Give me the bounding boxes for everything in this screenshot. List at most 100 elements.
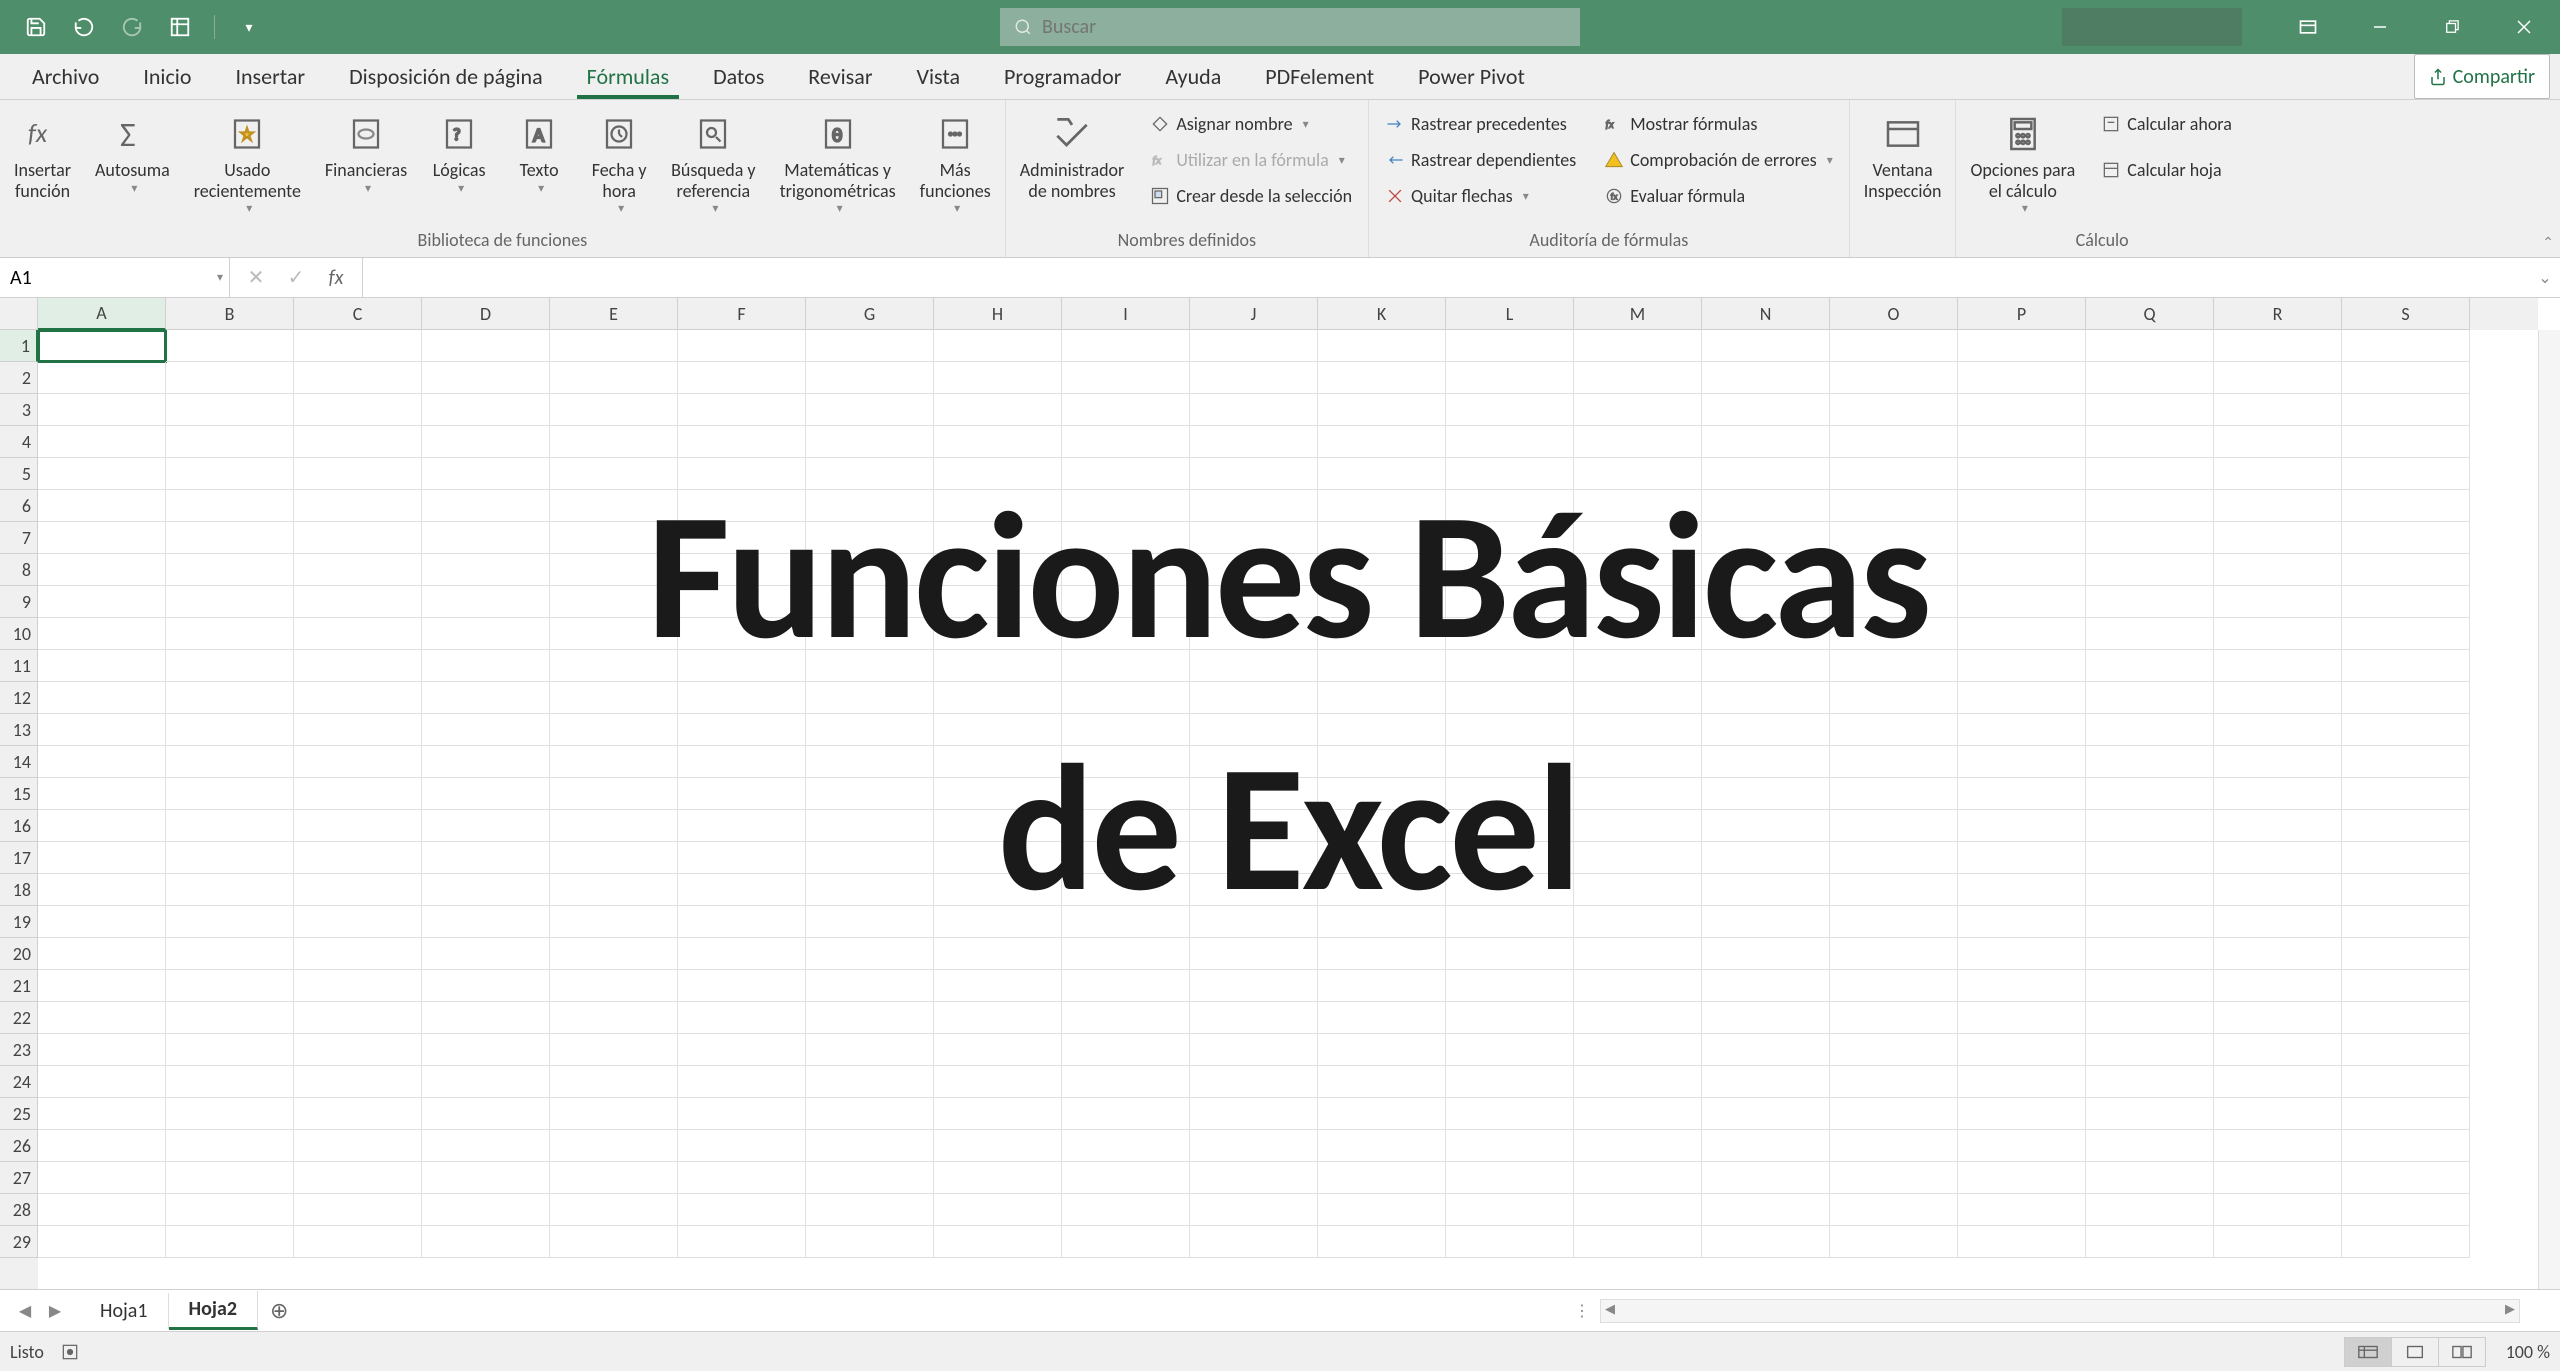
- cell-G21[interactable]: [806, 970, 934, 1002]
- undo-button[interactable]: [66, 9, 102, 45]
- cell-C2[interactable]: [294, 362, 422, 394]
- cell-L26[interactable]: [1446, 1130, 1574, 1162]
- cell-N16[interactable]: [1702, 810, 1830, 842]
- cell-R11[interactable]: [2214, 650, 2342, 682]
- cell-F11[interactable]: [678, 650, 806, 682]
- cell-Q25[interactable]: [2086, 1098, 2214, 1130]
- vertical-scrollbar[interactable]: [2538, 330, 2560, 1289]
- cell-D1[interactable]: [422, 330, 550, 362]
- cell-Q24[interactable]: [2086, 1066, 2214, 1098]
- cell-R4[interactable]: [2214, 426, 2342, 458]
- cell-H15[interactable]: [934, 778, 1062, 810]
- cell-O29[interactable]: [1830, 1226, 1958, 1258]
- cell-R16[interactable]: [2214, 810, 2342, 842]
- cell-E19[interactable]: [550, 906, 678, 938]
- cell-H2[interactable]: [934, 362, 1062, 394]
- minimize-button[interactable]: [2344, 0, 2416, 54]
- cell-D6[interactable]: [422, 490, 550, 522]
- cell-N5[interactable]: [1702, 458, 1830, 490]
- cell-H24[interactable]: [934, 1066, 1062, 1098]
- sheet-next-button[interactable]: ▶: [40, 1301, 70, 1321]
- column-header-F[interactable]: F: [678, 298, 806, 330]
- cell-R2[interactable]: [2214, 362, 2342, 394]
- tab-revisar[interactable]: Revisar: [786, 54, 894, 99]
- cell-F12[interactable]: [678, 682, 806, 714]
- row-header-24[interactable]: 24: [0, 1066, 38, 1098]
- cell-L20[interactable]: [1446, 938, 1574, 970]
- cell-O7[interactable]: [1830, 522, 1958, 554]
- cell-K1[interactable]: [1318, 330, 1446, 362]
- cell-J19[interactable]: [1190, 906, 1318, 938]
- row-header-10[interactable]: 10: [0, 618, 38, 650]
- cell-I25[interactable]: [1062, 1098, 1190, 1130]
- tab-formulas[interactable]: Fórmulas: [565, 54, 691, 99]
- cell-P3[interactable]: [1958, 394, 2086, 426]
- cell-A13[interactable]: [38, 714, 166, 746]
- cell-K21[interactable]: [1318, 970, 1446, 1002]
- cell-M13[interactable]: [1574, 714, 1702, 746]
- cell-H21[interactable]: [934, 970, 1062, 1002]
- cell-H17[interactable]: [934, 842, 1062, 874]
- cell-M22[interactable]: [1574, 1002, 1702, 1034]
- cell-S25[interactable]: [2342, 1098, 2470, 1130]
- cell-J3[interactable]: [1190, 394, 1318, 426]
- cell-L21[interactable]: [1446, 970, 1574, 1002]
- cell-P16[interactable]: [1958, 810, 2086, 842]
- cell-C28[interactable]: [294, 1194, 422, 1226]
- cell-O13[interactable]: [1830, 714, 1958, 746]
- cell-B24[interactable]: [166, 1066, 294, 1098]
- cell-Q18[interactable]: [2086, 874, 2214, 906]
- cell-P19[interactable]: [1958, 906, 2086, 938]
- cell-D15[interactable]: [422, 778, 550, 810]
- define-name-button[interactable]: Asignar nombre: [1142, 106, 1360, 142]
- cell-J12[interactable]: [1190, 682, 1318, 714]
- cell-G11[interactable]: [806, 650, 934, 682]
- cell-A2[interactable]: [38, 362, 166, 394]
- cell-D2[interactable]: [422, 362, 550, 394]
- cell-L18[interactable]: [1446, 874, 1574, 906]
- math-button[interactable]: θ Matemáticas y trigonométricas: [774, 106, 902, 220]
- cell-S11[interactable]: [2342, 650, 2470, 682]
- cell-C14[interactable]: [294, 746, 422, 778]
- cell-S28[interactable]: [2342, 1194, 2470, 1226]
- cell-J1[interactable]: [1190, 330, 1318, 362]
- cell-H18[interactable]: [934, 874, 1062, 906]
- cell-D8[interactable]: [422, 554, 550, 586]
- cell-F6[interactable]: [678, 490, 806, 522]
- cell-C23[interactable]: [294, 1034, 422, 1066]
- cell-O3[interactable]: [1830, 394, 1958, 426]
- cell-D14[interactable]: [422, 746, 550, 778]
- cell-I12[interactable]: [1062, 682, 1190, 714]
- cell-M10[interactable]: [1574, 618, 1702, 650]
- cell-G18[interactable]: [806, 874, 934, 906]
- cell-J21[interactable]: [1190, 970, 1318, 1002]
- cancel-formula-button[interactable]: ✕: [236, 258, 276, 297]
- cell-S19[interactable]: [2342, 906, 2470, 938]
- cell-I14[interactable]: [1062, 746, 1190, 778]
- row-header-28[interactable]: 28: [0, 1194, 38, 1226]
- cell-K19[interactable]: [1318, 906, 1446, 938]
- cell-O9[interactable]: [1830, 586, 1958, 618]
- cell-D11[interactable]: [422, 650, 550, 682]
- row-header-15[interactable]: 15: [0, 778, 38, 810]
- cell-S16[interactable]: [2342, 810, 2470, 842]
- cell-F14[interactable]: [678, 746, 806, 778]
- cell-I8[interactable]: [1062, 554, 1190, 586]
- cell-P22[interactable]: [1958, 1002, 2086, 1034]
- cell-P10[interactable]: [1958, 618, 2086, 650]
- cell-B23[interactable]: [166, 1034, 294, 1066]
- split-handle[interactable]: ⋮: [1574, 1301, 1590, 1321]
- cell-O25[interactable]: [1830, 1098, 1958, 1130]
- cell-F16[interactable]: [678, 810, 806, 842]
- cell-N3[interactable]: [1702, 394, 1830, 426]
- row-header-14[interactable]: 14: [0, 746, 38, 778]
- cell-N9[interactable]: [1702, 586, 1830, 618]
- cell-L16[interactable]: [1446, 810, 1574, 842]
- row-header-23[interactable]: 23: [0, 1034, 38, 1066]
- cell-Q9[interactable]: [2086, 586, 2214, 618]
- cell-E4[interactable]: [550, 426, 678, 458]
- column-header-M[interactable]: M: [1574, 298, 1702, 330]
- cell-E29[interactable]: [550, 1226, 678, 1258]
- table-preview-button[interactable]: [162, 9, 198, 45]
- cell-I27[interactable]: [1062, 1162, 1190, 1194]
